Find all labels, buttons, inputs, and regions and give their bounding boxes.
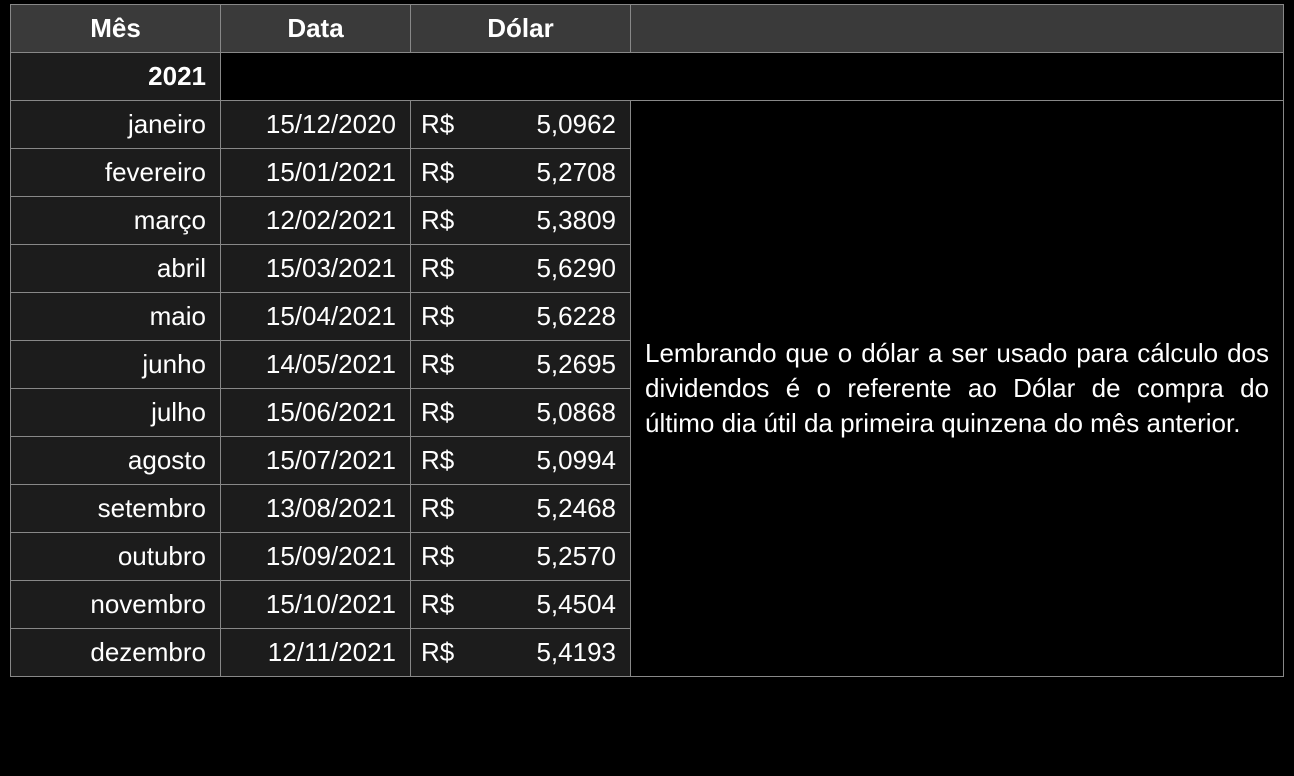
value-cell: 5,4504 bbox=[471, 581, 631, 629]
year-row: 2021 bbox=[11, 53, 1284, 101]
month-cell: setembro bbox=[11, 485, 221, 533]
value-cell: 5,0868 bbox=[471, 389, 631, 437]
month-cell: janeiro bbox=[11, 101, 221, 149]
month-cell: novembro bbox=[11, 581, 221, 629]
currency-symbol-cell: R$ bbox=[411, 341, 471, 389]
note-cell: Lembrando que o dólar a ser usado para c… bbox=[631, 101, 1284, 677]
value-cell: 5,3809 bbox=[471, 197, 631, 245]
month-cell: dezembro bbox=[11, 629, 221, 677]
value-cell: 5,6290 bbox=[471, 245, 631, 293]
currency-symbol-cell: R$ bbox=[411, 437, 471, 485]
date-cell: 15/07/2021 bbox=[221, 437, 411, 485]
date-cell: 15/06/2021 bbox=[221, 389, 411, 437]
currency-symbol-cell: R$ bbox=[411, 293, 471, 341]
currency-symbol-cell: R$ bbox=[411, 629, 471, 677]
date-cell: 15/01/2021 bbox=[221, 149, 411, 197]
table-body: 2021janeiro15/12/2020R$5,0962Lembrando q… bbox=[11, 53, 1284, 677]
header-date: Data bbox=[221, 5, 411, 53]
currency-symbol-cell: R$ bbox=[411, 101, 471, 149]
date-cell: 15/09/2021 bbox=[221, 533, 411, 581]
currency-symbol-cell: R$ bbox=[411, 245, 471, 293]
value-cell: 5,2468 bbox=[471, 485, 631, 533]
date-cell: 15/12/2020 bbox=[221, 101, 411, 149]
year-span-cell bbox=[221, 53, 1284, 101]
date-cell: 12/02/2021 bbox=[221, 197, 411, 245]
header-dollar: Dólar bbox=[411, 5, 631, 53]
month-cell: julho bbox=[11, 389, 221, 437]
date-cell: 14/05/2021 bbox=[221, 341, 411, 389]
table-header-row: Mês Data Dólar bbox=[11, 5, 1284, 53]
month-cell: março bbox=[11, 197, 221, 245]
date-cell: 15/10/2021 bbox=[221, 581, 411, 629]
month-cell: abril bbox=[11, 245, 221, 293]
month-cell: agosto bbox=[11, 437, 221, 485]
value-cell: 5,2708 bbox=[471, 149, 631, 197]
value-cell: 5,0994 bbox=[471, 437, 631, 485]
date-cell: 13/08/2021 bbox=[221, 485, 411, 533]
currency-symbol-cell: R$ bbox=[411, 149, 471, 197]
date-cell: 12/11/2021 bbox=[221, 629, 411, 677]
month-cell: junho bbox=[11, 341, 221, 389]
value-cell: 5,2570 bbox=[471, 533, 631, 581]
dollar-rate-table: Mês Data Dólar 2021janeiro15/12/2020R$5,… bbox=[10, 4, 1284, 677]
month-cell: outubro bbox=[11, 533, 221, 581]
value-cell: 5,6228 bbox=[471, 293, 631, 341]
currency-symbol-cell: R$ bbox=[411, 533, 471, 581]
month-cell: maio bbox=[11, 293, 221, 341]
month-cell: fevereiro bbox=[11, 149, 221, 197]
header-blank bbox=[631, 5, 1284, 53]
currency-symbol-cell: R$ bbox=[411, 485, 471, 533]
value-cell: 5,4193 bbox=[471, 629, 631, 677]
currency-symbol-cell: R$ bbox=[411, 581, 471, 629]
year-cell: 2021 bbox=[11, 53, 221, 101]
date-cell: 15/04/2021 bbox=[221, 293, 411, 341]
currency-symbol-cell: R$ bbox=[411, 389, 471, 437]
value-cell: 5,2695 bbox=[471, 341, 631, 389]
header-month: Mês bbox=[11, 5, 221, 53]
table-row: janeiro15/12/2020R$5,0962Lembrando que o… bbox=[11, 101, 1284, 149]
value-cell: 5,0962 bbox=[471, 101, 631, 149]
dollar-rate-table-container: Mês Data Dólar 2021janeiro15/12/2020R$5,… bbox=[0, 0, 1294, 681]
date-cell: 15/03/2021 bbox=[221, 245, 411, 293]
currency-symbol-cell: R$ bbox=[411, 197, 471, 245]
